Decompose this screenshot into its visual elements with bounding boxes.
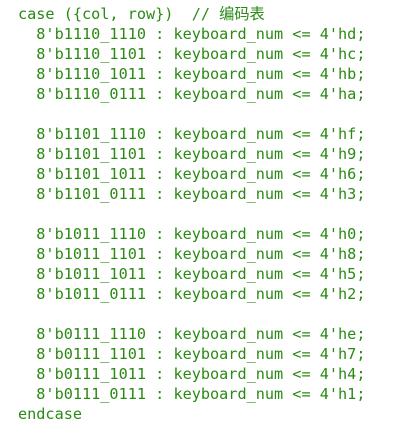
code-line: 8'b1101_0111 : keyboard_num <= 4'h3; [18,185,366,203]
code-view: case ({col, row}) // 编码表 8'b1110_1110 : … [0,0,411,423]
code-line: 8'b1011_1110 : keyboard_num <= 4'h0; [18,225,366,243]
code-line: 8'b1101_1011 : keyboard_num <= 4'h6; [18,165,366,183]
case-statement: case ({col, row}) [18,5,192,23]
endcase-line: endcase [18,405,83,423]
code-line: 8'b0111_1101 : keyboard_num <= 4'h7; [18,345,366,363]
code-line: 8'b0111_1011 : keyboard_num <= 4'h4; [18,365,366,383]
code-line: 8'b1101_1101 : keyboard_num <= 4'h9; [18,145,366,163]
code-line: 8'b0111_1110 : keyboard_num <= 4'he; [18,325,366,343]
code-line: 8'b0111_0111 : keyboard_num <= 4'h1; [18,385,366,403]
code-line: 8'b1011_1101 : keyboard_num <= 4'h8; [18,245,366,263]
code-line: 8'b1110_1101 : keyboard_num <= 4'hc; [18,45,366,63]
code-line: 8'b1101_1110 : keyboard_num <= 4'hf; [18,125,366,143]
code-comment: // 编码表 [191,5,265,23]
code-line: 8'b1110_0111 : keyboard_num <= 4'ha; [18,85,366,103]
code-line: 8'b1110_1011 : keyboard_num <= 4'hb; [18,65,366,83]
code-line: 8'b1011_1011 : keyboard_num <= 4'h5; [18,265,366,283]
code-line: 8'b1011_0111 : keyboard_num <= 4'h2; [18,285,366,303]
case-header-line: case ({col, row}) // 编码表 [18,4,265,24]
code-line: 8'b1110_1110 : keyboard_num <= 4'hd; [18,25,366,43]
